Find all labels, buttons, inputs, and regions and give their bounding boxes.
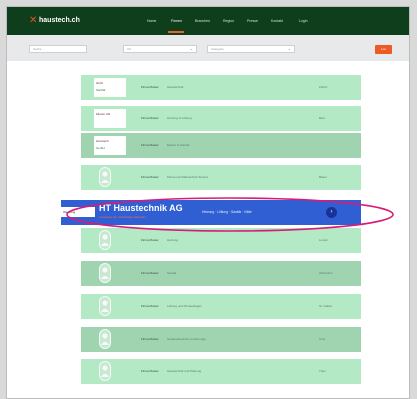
category-select[interactable]: Kategorie ⌄ xyxy=(207,45,295,53)
brand-name: haustech.ch xyxy=(39,17,80,24)
company-location: Luzern xyxy=(319,238,329,242)
nav-item-presse[interactable]: Presse xyxy=(247,18,258,24)
list-item[interactable]: Firma Muster Klima und Kältetechnik Servi… xyxy=(81,165,361,190)
chevron-down-icon: ⌄ xyxy=(287,46,291,51)
ad-label: Werbung xyxy=(61,207,95,217)
company-name[interactable]: Firma Muster xyxy=(141,369,159,374)
company-location: Zürich xyxy=(319,85,328,89)
list-item[interactable]: Firma Muster Gebäudetechnik und Energie Ch… xyxy=(81,327,361,352)
avatar-placeholder-icon xyxy=(99,263,111,283)
company-name[interactable]: Firma Muster xyxy=(141,116,159,121)
avatar-placeholder-icon xyxy=(99,167,111,187)
logo-text: Grüß xyxy=(96,81,103,85)
list-item[interactable]: Firma Muster Sanitär Winterthur xyxy=(81,261,361,286)
nav-item-branchen[interactable]: Branchen xyxy=(195,18,210,24)
list-item[interactable]: Firma Muster Lüftung und Klimaanlagen St. … xyxy=(81,294,361,319)
keyword-input[interactable]: Suche xyxy=(29,45,87,53)
company-name[interactable]: Firma Muster xyxy=(141,337,159,342)
avatar-placeholder-icon xyxy=(99,361,111,381)
company-logo: Muster AG xyxy=(94,109,126,128)
company-name[interactable]: Firma Muster xyxy=(141,175,159,180)
company-name[interactable]: Firma Muster xyxy=(141,143,159,148)
company-description: Elektro & Sanitär xyxy=(167,143,190,147)
company-description: Haustechnik und Planung xyxy=(167,369,202,373)
keyword-placeholder: Suche xyxy=(33,47,42,51)
company-name[interactable]: Firma Muster xyxy=(141,271,159,276)
logo-subtext: Sanitär xyxy=(96,88,106,92)
list-item[interactable]: Muster AG Firma Muster Heizung & Lüftung Be… xyxy=(81,106,361,131)
avatar-placeholder-icon xyxy=(99,296,111,316)
region-select[interactable]: Ort ⌄ xyxy=(123,45,197,53)
arrow-right-icon[interactable]: › xyxy=(326,207,337,218)
nav-item-login[interactable]: Login xyxy=(299,18,308,24)
list-item[interactable]: Haustech GmbH Firma Muster Elektro & Sanitä… xyxy=(81,133,361,158)
category-value: Kategorie xyxy=(211,47,224,51)
company-location: St. Gallen xyxy=(319,304,333,308)
company-description: Heizung xyxy=(167,238,179,242)
company-location: Basel xyxy=(319,175,327,179)
company-location: Bern xyxy=(319,116,326,120)
company-location: Winterthur xyxy=(319,271,333,275)
company-location: Chur xyxy=(319,337,326,341)
site-header: ✕ haustech.ch Home Firmen Branchen Regio… xyxy=(7,7,409,35)
company-logo: Haustech GmbH xyxy=(94,136,126,155)
avatar-placeholder-icon xyxy=(99,230,111,250)
logo-text: Muster AG xyxy=(96,112,111,116)
company-description: Lüftung und Klimaanlagen xyxy=(167,304,202,308)
page-frame: ✕ haustech.ch Home Firmen Branchen Regio… xyxy=(6,6,410,399)
company-description: Klima und Kältetechnik Service xyxy=(167,175,209,179)
ad-title: HT Haustechnik AG xyxy=(99,203,183,213)
company-description: Sanitär xyxy=(167,271,177,275)
banner-ad[interactable]: Werbung HT Haustechnik AG Lösungen für n… xyxy=(61,200,361,225)
logo-text: Haustech xyxy=(96,139,109,143)
company-location: Thun xyxy=(319,369,326,373)
list-item[interactable]: Firma Muster Haustechnik und Planung Thun xyxy=(81,359,361,384)
region-value: Ort xyxy=(127,47,132,51)
company-name[interactable]: Firma Muster xyxy=(141,238,159,243)
ad-text: Heizung · Lüftung · Sanitär · Kälte xyxy=(202,210,252,214)
company-description: Haustechnik xyxy=(167,85,184,89)
company-logo: Grüß Sanitär xyxy=(94,78,126,97)
filter-bar: Suche Ort ⌄ Kategorie ⌄ Los xyxy=(7,35,409,61)
nav-item-firmen[interactable]: Firmen xyxy=(171,18,182,24)
company-name[interactable]: Firma Muster xyxy=(141,85,159,90)
logo-mark-icon: ✕ xyxy=(29,15,38,26)
search-button[interactable]: Los xyxy=(375,45,392,54)
list-item[interactable]: Firma Muster Heizung Luzern xyxy=(81,228,361,253)
nav-active-indicator xyxy=(168,31,184,33)
company-list: Grüß Sanitär Firma Muster Haustechnik Zürich… xyxy=(81,75,361,398)
chevron-down-icon: ⌄ xyxy=(189,46,193,51)
company-description: Gebäudetechnik und Energie xyxy=(167,337,206,341)
avatar-placeholder-icon xyxy=(99,329,111,349)
company-name[interactable]: Firma Muster xyxy=(141,304,159,309)
nav-item-kontakt[interactable]: Kontakt xyxy=(271,18,283,24)
company-description: Heizung & Lüftung xyxy=(167,116,192,120)
logo-subtext: GmbH xyxy=(96,146,105,150)
list-item[interactable]: Grüß Sanitär Firma Muster Haustechnik Zürich xyxy=(81,75,361,100)
ad-tagline: Lösungen für nachhaltige Gebäude xyxy=(99,215,146,219)
nav-item-region[interactable]: Region xyxy=(223,18,234,24)
nav-item-home[interactable]: Home xyxy=(147,18,156,24)
